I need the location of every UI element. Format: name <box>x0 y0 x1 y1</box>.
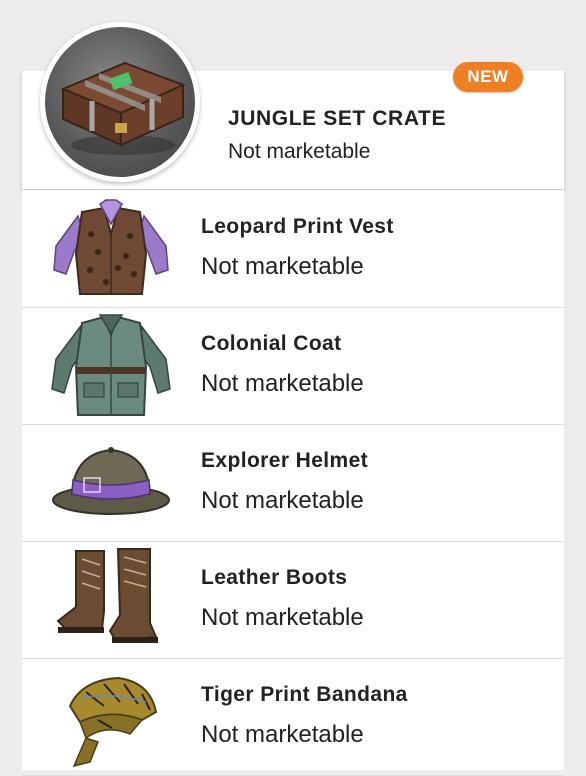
item-name: Explorer Helmet <box>201 449 369 472</box>
item-name: Leopard Print Vest <box>201 215 394 238</box>
list-item[interactable]: Leopard Print Vest Not marketable <box>22 190 564 308</box>
coat-icon <box>46 311 176 419</box>
item-status: Not marketable <box>201 487 364 514</box>
boots-icon <box>46 545 176 653</box>
helmet-icon <box>46 428 176 536</box>
crate-avatar <box>40 22 200 182</box>
bandana-icon <box>46 662 176 770</box>
crate-icon <box>45 27 195 177</box>
list-item[interactable]: Explorer Helmet Not marketable <box>22 424 564 542</box>
item-status: Not marketable <box>201 253 364 280</box>
item-name: Leather Boots <box>201 566 348 589</box>
crate-status: Not marketable <box>228 140 371 163</box>
item-status: Not marketable <box>201 370 364 397</box>
list-item[interactable]: Colonial Coat Not marketable <box>22 307 564 425</box>
list-item[interactable]: Leather Boots Not marketable <box>22 541 564 659</box>
item-status: Not marketable <box>201 721 364 748</box>
new-badge: NEW <box>453 62 523 92</box>
list-item[interactable]: Tiger Print Bandana Not marketable <box>22 658 564 776</box>
item-status: Not marketable <box>201 604 364 631</box>
item-list: Leopard Print Vest Not marketable Coloni… <box>22 190 564 776</box>
crate-title: JUNGLE SET CRATE <box>228 107 447 130</box>
vest-icon <box>46 194 176 302</box>
item-name: Colonial Coat <box>201 332 342 355</box>
item-name: Tiger Print Bandana <box>201 683 408 706</box>
